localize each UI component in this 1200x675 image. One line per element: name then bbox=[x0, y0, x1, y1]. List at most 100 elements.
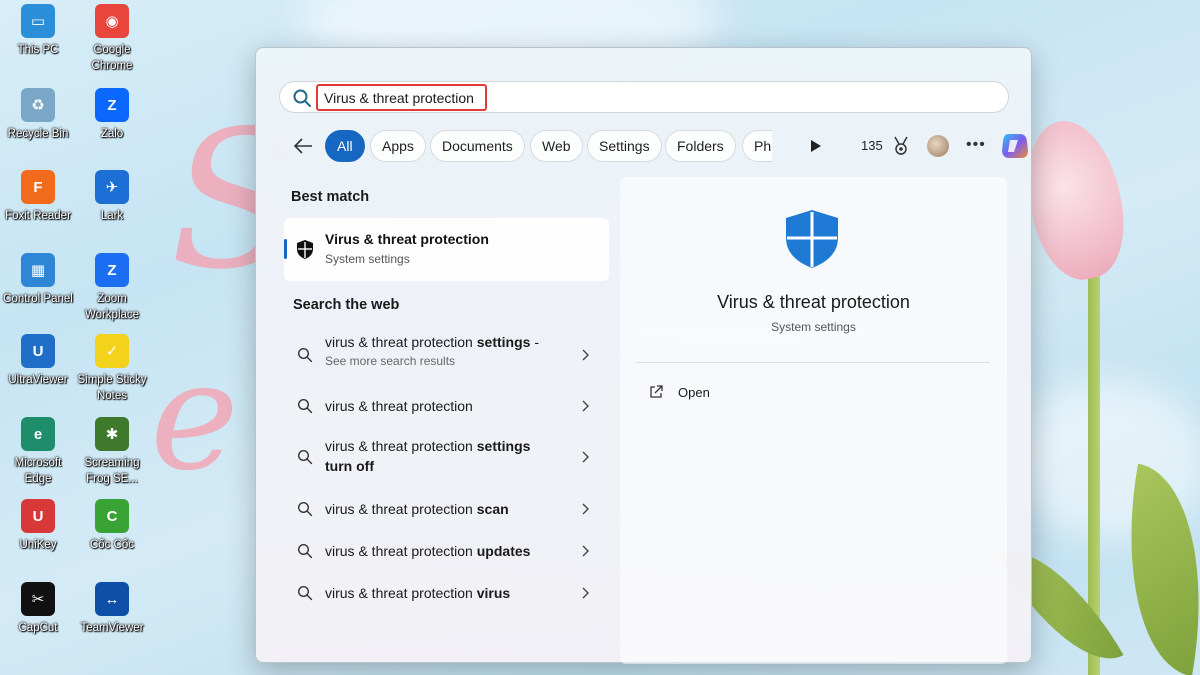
desktop-icon[interactable]: ↔ TeamViewer bbox=[74, 582, 150, 636]
desktop-icon[interactable]: e Microsoft Edge bbox=[0, 417, 76, 487]
search-icon bbox=[297, 585, 313, 601]
desktop-icon-label: Foxit Reader bbox=[5, 210, 71, 222]
desktop-icon[interactable]: ✱ Screaming Frog SE... bbox=[74, 417, 150, 487]
desktop-icon-label: Recycle Bin bbox=[7, 128, 69, 140]
user-avatar[interactable] bbox=[927, 135, 949, 157]
chevron-right-icon[interactable] bbox=[581, 587, 590, 599]
divider bbox=[636, 362, 990, 363]
filter-chip-web[interactable]: Web bbox=[530, 130, 583, 162]
app-icon: U bbox=[21, 499, 55, 533]
desktop-icon-label: Zalo bbox=[100, 128, 124, 140]
search-icon bbox=[297, 347, 313, 363]
app-icon: ◉ bbox=[95, 4, 129, 38]
filter-chip-apps[interactable]: Apps bbox=[370, 130, 426, 162]
app-icon: ✂ bbox=[21, 582, 55, 616]
chevron-right-icon[interactable] bbox=[581, 451, 590, 463]
web-result-text: virus & threat protection settings - See … bbox=[325, 332, 550, 370]
web-result-query: virus & threat protection bbox=[325, 501, 477, 517]
app-icon: e bbox=[21, 417, 55, 451]
desktop-icon[interactable]: U UniKey bbox=[0, 499, 76, 553]
desktop-icon-label: Lark bbox=[100, 210, 124, 222]
copilot-icon[interactable] bbox=[1000, 132, 1030, 160]
web-result-suggestion: settings bbox=[476, 334, 531, 350]
web-result-text: virus & threat protection bbox=[325, 396, 550, 416]
best-match-title: Virus & threat protection bbox=[325, 231, 489, 247]
web-result-text: virus & threat protection virus bbox=[325, 583, 550, 603]
web-search-result[interactable]: virus & threat protection updates bbox=[284, 540, 609, 562]
filter-chip-folders[interactable]: Folders bbox=[665, 130, 736, 162]
web-result-suggestion: scan bbox=[476, 501, 509, 517]
app-icon: Z bbox=[95, 88, 129, 122]
app-icon: ♻ bbox=[21, 88, 55, 122]
desktop-icon[interactable]: U UltraViewer bbox=[0, 334, 76, 388]
desktop-icon[interactable]: ✂ CapCut bbox=[0, 582, 76, 636]
tulip-bloom bbox=[1014, 112, 1136, 288]
chevron-right-icon[interactable] bbox=[581, 545, 590, 557]
background-script-decoration: e bbox=[150, 330, 239, 504]
filter-chip-settings[interactable]: Settings bbox=[587, 130, 662, 162]
desktop-icon-label: Screaming Frog SE... bbox=[84, 457, 140, 485]
web-search-result[interactable]: virus & threat protection scan bbox=[284, 498, 609, 520]
best-match-heading: Best match bbox=[291, 189, 370, 205]
search-input[interactable] bbox=[316, 84, 487, 111]
app-icon: ▦ bbox=[21, 253, 55, 287]
detail-title: Virus & threat protection bbox=[717, 292, 910, 312]
desktop-icon[interactable]: ✈ Lark bbox=[74, 170, 150, 224]
open-action[interactable]: Open bbox=[648, 383, 768, 403]
desktop-icon[interactable]: ♻ Recycle Bin bbox=[0, 88, 76, 142]
search-box[interactable] bbox=[279, 81, 1009, 113]
desktop-icon-label: UltraViewer bbox=[8, 374, 68, 386]
desktop-icon-label: This PC bbox=[17, 44, 59, 56]
search-icon bbox=[297, 543, 313, 559]
filter-chip-ph[interactable]: Ph bbox=[742, 130, 772, 162]
search-icon bbox=[297, 398, 313, 414]
best-match-item[interactable]: Virus & threat protection System setting… bbox=[284, 218, 609, 281]
desktop-icon[interactable]: ▭ This PC bbox=[0, 4, 76, 58]
web-result-query: virus & threat protection bbox=[325, 543, 477, 559]
more-options-icon[interactable]: ••• bbox=[966, 136, 986, 154]
desktop-icon[interactable]: Z Zoom Workplace bbox=[74, 253, 150, 323]
shield-icon bbox=[297, 240, 313, 259]
rewards-medal-icon[interactable] bbox=[892, 136, 910, 156]
desktop-icon[interactable]: C Cốc Cốc bbox=[74, 499, 150, 553]
open-external-icon bbox=[650, 385, 663, 398]
desktop-icon-label: Microsoft Edge bbox=[14, 457, 62, 485]
app-icon: Z bbox=[95, 253, 129, 287]
desktop-icon-label: TeamViewer bbox=[80, 622, 144, 634]
selection-indicator bbox=[284, 239, 287, 259]
web-result-suffix: - bbox=[530, 334, 539, 350]
back-arrow-icon[interactable] bbox=[292, 136, 314, 156]
chevron-right-icon[interactable] bbox=[581, 400, 590, 412]
app-icon: ✓ bbox=[95, 334, 129, 368]
app-icon: ✈ bbox=[95, 170, 129, 204]
chevron-right-icon[interactable] bbox=[581, 349, 590, 361]
web-search-result[interactable]: virus & threat protection settings - See … bbox=[284, 332, 609, 378]
filter-chip-documents[interactable]: Documents bbox=[430, 130, 525, 162]
web-result-query: virus & threat protection bbox=[325, 585, 477, 601]
filter-bar: All Apps Documents Web Settings Folders Ph 135… bbox=[284, 130, 1028, 162]
web-result-text: virus & threat protection scan bbox=[325, 499, 550, 519]
web-search-result[interactable]: virus & threat protection bbox=[284, 395, 609, 417]
web-result-suggestion: updates bbox=[476, 543, 531, 559]
web-search-result[interactable]: virus & threat protection settings turn … bbox=[284, 436, 609, 478]
chevron-right-icon[interactable] bbox=[581, 503, 590, 515]
detail-subtitle: System settings bbox=[771, 320, 856, 334]
search-icon bbox=[297, 449, 313, 465]
desktop-icon[interactable]: Z Zalo bbox=[74, 88, 150, 142]
windows-security-shield-icon bbox=[786, 210, 838, 268]
desktop-icon[interactable]: F Foxit Reader bbox=[0, 170, 76, 224]
windows-search-panel: AllAppsDocumentsWebSettingsFoldersPh 135… bbox=[255, 47, 1032, 664]
open-label: Open bbox=[678, 385, 710, 400]
desktop-icon[interactable]: ✓ Simple Sticky Notes bbox=[74, 334, 150, 404]
play-icon[interactable] bbox=[810, 139, 822, 153]
best-match-subtitle: System settings bbox=[325, 252, 410, 266]
desktop-icon[interactable]: ◉ Google Chrome bbox=[74, 4, 150, 74]
search-web-heading: Search the web bbox=[293, 297, 400, 313]
web-search-result[interactable]: virus & threat protection virus bbox=[284, 582, 609, 604]
desktop-icon-label: Zoom Workplace bbox=[84, 293, 140, 321]
desktop-icon[interactable]: ▦ Control Panel bbox=[0, 253, 76, 307]
filter-chip-all[interactable]: All bbox=[325, 130, 365, 162]
rewards-points: 135 bbox=[861, 138, 883, 153]
desktop-icon-label: Control Panel bbox=[3, 293, 73, 305]
desktop-icon-label: UniKey bbox=[19, 539, 57, 551]
